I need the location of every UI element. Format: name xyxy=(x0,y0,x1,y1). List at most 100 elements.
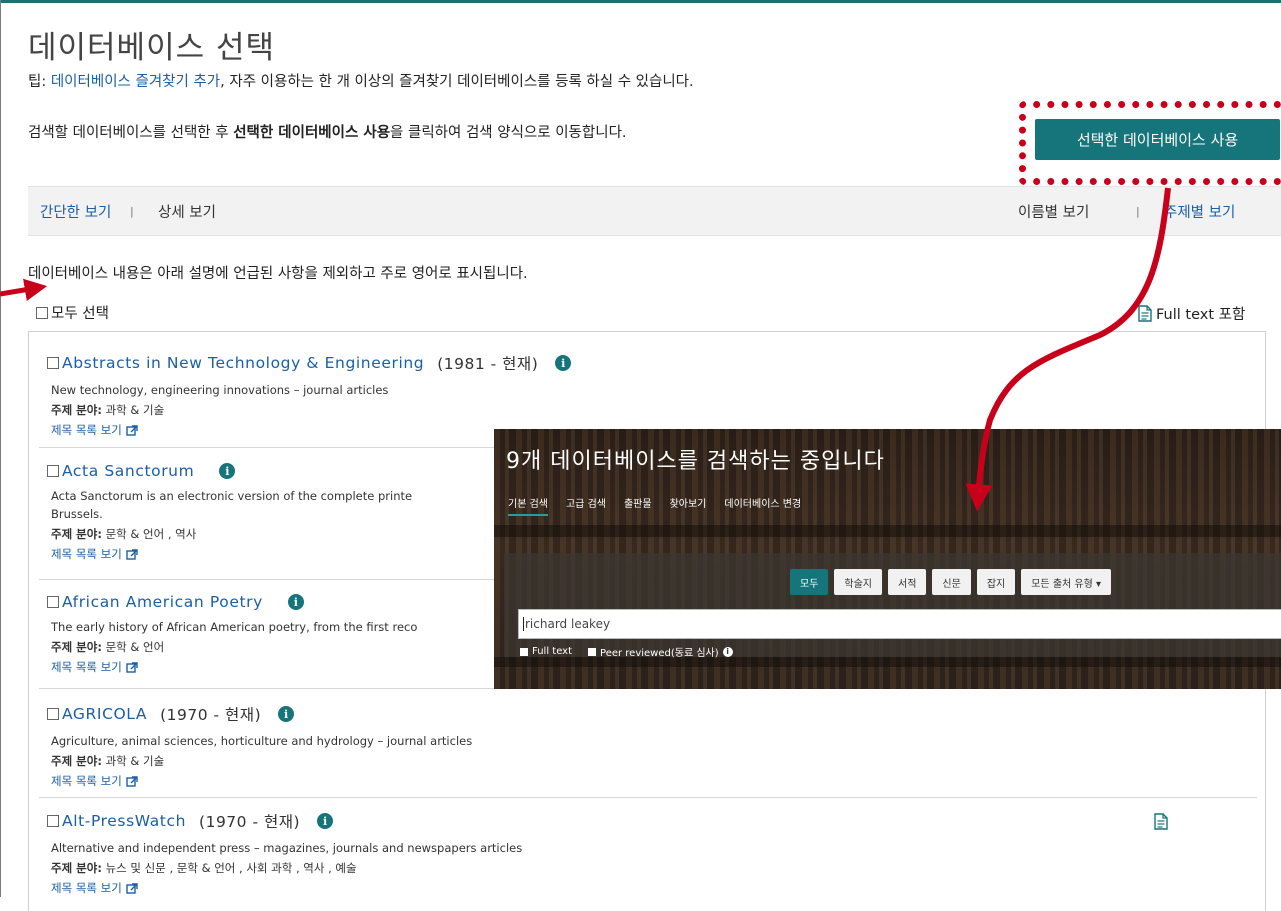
info-icon[interactable]: i xyxy=(722,646,733,657)
info-icon[interactable]: i xyxy=(219,463,236,479)
external-link-icon xyxy=(126,548,138,560)
peer-reviewed-option-label: Peer reviewed(동료 심사) xyxy=(600,648,719,659)
peer-reviewed-checkbox[interactable] xyxy=(588,647,597,656)
subject-values: 과학 & 기술 xyxy=(101,403,165,417)
fulltext-checkbox[interactable] xyxy=(520,647,528,656)
database-subjects: 주제 분야: 과학 & 기술 xyxy=(47,753,1247,769)
filter-magazines-button[interactable]: 잡지 xyxy=(976,569,1016,595)
search-page-title: 9개 데이터베이스를 검색하는 중입니다 xyxy=(506,449,885,474)
filter-books-button[interactable]: 서적 xyxy=(888,569,927,595)
tip-text: 팁: 데이터베이스 즐겨찾기 추가, 자주 이용하는 한 개 이상의 즐겨찾기 … xyxy=(28,70,694,91)
detail-view-link[interactable]: 상세 보기 xyxy=(158,201,216,222)
database-years: (1981 - 현재) xyxy=(437,355,539,373)
subject-values: 문학 & 언어 xyxy=(101,640,165,654)
simple-view-link[interactable]: 간단한 보기 xyxy=(40,201,111,222)
database-checkbox[interactable] xyxy=(47,465,59,477)
title-list-label: 제목 목록 보기 xyxy=(51,660,122,674)
search-input[interactable]: richard leakey xyxy=(518,609,1281,639)
filter-all-source-types-dropdown[interactable]: 모든 출처 유형 ▾ xyxy=(1021,569,1111,595)
select-all-control[interactable]: 모두 선택 xyxy=(36,302,109,323)
fulltext-document-icon xyxy=(1154,813,1168,830)
title-list-label: 제목 목록 보기 xyxy=(51,547,122,561)
database-checkbox[interactable] xyxy=(47,815,59,827)
add-favorite-databases-link[interactable]: 데이터베이스 즐겨찾기 추가 xyxy=(51,74,220,90)
tab-advanced-search[interactable]: 고급 검색 xyxy=(566,495,606,516)
database-checkbox[interactable] xyxy=(47,357,59,369)
source-type-filters: 모두 학술지 서적 신문 잡지 모든 출처 유형 ▾ xyxy=(790,569,1111,595)
database-item-head: AGRICOLA (1970 - 현재) i xyxy=(47,703,1247,725)
info-icon[interactable]: i xyxy=(278,706,295,722)
shelf-band xyxy=(494,525,1281,537)
database-subjects: 주제 분야: 뉴스 및 신문 , 문학 & 언어 , 사회 과학 , 역사 , … xyxy=(47,860,1247,876)
search-input-value: richard leakey xyxy=(525,617,611,631)
tab-publications[interactable]: 출판물 xyxy=(624,495,652,516)
database-years: (1970 - 현재) xyxy=(160,706,262,724)
title-list-link[interactable]: 제목 목록 보기 xyxy=(47,773,1247,789)
subject-label: 주제 분야: xyxy=(51,861,102,875)
instruction-suffix: 을 클릭하여 검색 양식으로 이동합니다. xyxy=(390,125,627,141)
database-item: AGRICOLA (1970 - 현재) i Agriculture, anim… xyxy=(47,703,1247,789)
info-icon[interactable]: i xyxy=(555,355,572,371)
fulltext-legend: Full text 포함 xyxy=(1138,303,1245,324)
language-note: 데이터베이스 내용은 아래 설명에 언급된 사항을 제외하고 주로 영어로 표시… xyxy=(28,266,528,282)
view-toggle-bar: 간단한 보기 | 상세 보기 이름별 보기 | 주제별 보기 xyxy=(28,186,1281,236)
peer-reviewed-option[interactable]: Peer reviewed(동료 심사) i xyxy=(588,644,733,659)
subject-label: 주제 분야: xyxy=(51,403,102,417)
filter-newspapers-button[interactable]: 신문 xyxy=(932,569,971,595)
subject-values: 과학 & 기술 xyxy=(101,754,165,768)
database-name-link[interactable]: Alt-PressWatch xyxy=(62,812,186,830)
database-description: Agriculture, animal sciences, horticultu… xyxy=(51,734,473,748)
database-checkbox[interactable] xyxy=(47,596,59,608)
fulltext-option-label: Full text xyxy=(532,646,573,657)
database-item-head: Abstracts in New Technology & Engineerin… xyxy=(47,352,1247,374)
fulltext-document-icon xyxy=(1138,305,1152,322)
tip-prefix: 팁: xyxy=(28,74,51,90)
instruction-prefix: 검색할 데이터베이스를 선택한 후 xyxy=(28,125,234,141)
subject-label: 주제 분야: xyxy=(51,754,102,768)
tab-change-databases[interactable]: 데이터베이스 변경 xyxy=(724,495,801,516)
info-icon[interactable]: i xyxy=(287,594,304,610)
subject-values: 뉴스 및 신문 , 문학 & 언어 , 사회 과학 , 역사 , 예술 xyxy=(101,861,357,875)
by-name-view-link[interactable]: 이름별 보기 xyxy=(1018,201,1089,222)
search-options: Full text Peer reviewed(동료 심사) i xyxy=(520,644,733,659)
database-name-link[interactable]: Abstracts in New Technology & Engineerin… xyxy=(62,354,424,372)
select-all-label: 모두 선택 xyxy=(51,306,109,322)
external-link-icon xyxy=(126,424,138,436)
database-description: Alternative and independent press – maga… xyxy=(51,841,523,855)
view-separator: | xyxy=(1136,205,1140,218)
external-link-icon xyxy=(126,661,138,673)
search-tabs: 기본 검색 고급 검색 출판물 찾아보기 데이터베이스 변경 xyxy=(508,495,801,516)
by-subject-view-link[interactable]: 주제별 보기 xyxy=(1164,201,1235,222)
fulltext-option[interactable]: Full text xyxy=(520,646,572,657)
view-separator: | xyxy=(130,205,134,218)
database-name-link[interactable]: African American Poetry xyxy=(62,593,263,611)
filter-scholarly-journals-button[interactable]: 학술지 xyxy=(834,569,883,595)
database-years: (1970 - 현재) xyxy=(199,813,301,831)
annotation-arrow-select-all xyxy=(0,278,48,301)
subject-label: 주제 분야: xyxy=(51,640,102,654)
page-title: 데이터베이스 선택 xyxy=(28,30,276,66)
database-item: Abstracts in New Technology & Engineerin… xyxy=(47,352,1247,438)
use-selected-databases-button[interactable]: 선택한 데이터베이스 사용 xyxy=(1035,119,1280,160)
select-all-checkbox[interactable] xyxy=(36,306,48,319)
external-link-icon xyxy=(126,882,138,894)
text-caret xyxy=(523,617,524,631)
database-item: Alt-PressWatch (1970 - 현재) i Alternative… xyxy=(47,810,1247,896)
database-checkbox[interactable] xyxy=(47,708,59,720)
filter-all-button[interactable]: 모두 xyxy=(790,569,829,595)
database-name-link[interactable]: Acta Sanctorum xyxy=(62,462,194,480)
subject-values: 문학 & 언어 , 역사 xyxy=(101,527,197,541)
database-name-link[interactable]: AGRICOLA xyxy=(62,705,147,723)
database-description: New technology, engineering innovations … xyxy=(51,383,389,397)
title-list-label: 제목 목록 보기 xyxy=(51,423,122,437)
tab-basic-search[interactable]: 기본 검색 xyxy=(508,495,548,516)
database-subjects: 주제 분야: 과학 & 기술 xyxy=(47,402,1247,418)
instruction-text: 검색할 데이터베이스를 선택한 후 선택한 데이터베이스 사용을 클릭하여 검색… xyxy=(28,121,627,142)
title-list-link[interactable]: 제목 목록 보기 xyxy=(47,880,1247,896)
info-icon[interactable]: i xyxy=(317,813,334,829)
top-border xyxy=(0,0,1281,3)
list-divider xyxy=(39,797,1257,798)
tab-browse[interactable]: 찾아보기 xyxy=(670,495,707,516)
search-page-preview: 9개 데이터베이스를 검색하는 중입니다 기본 검색 고급 검색 출판물 찾아보… xyxy=(494,429,1281,689)
tip-suffix: , 자주 이용하는 한 개 이상의 즐겨찾기 데이터베이스를 등록 하실 수 있… xyxy=(220,74,694,90)
